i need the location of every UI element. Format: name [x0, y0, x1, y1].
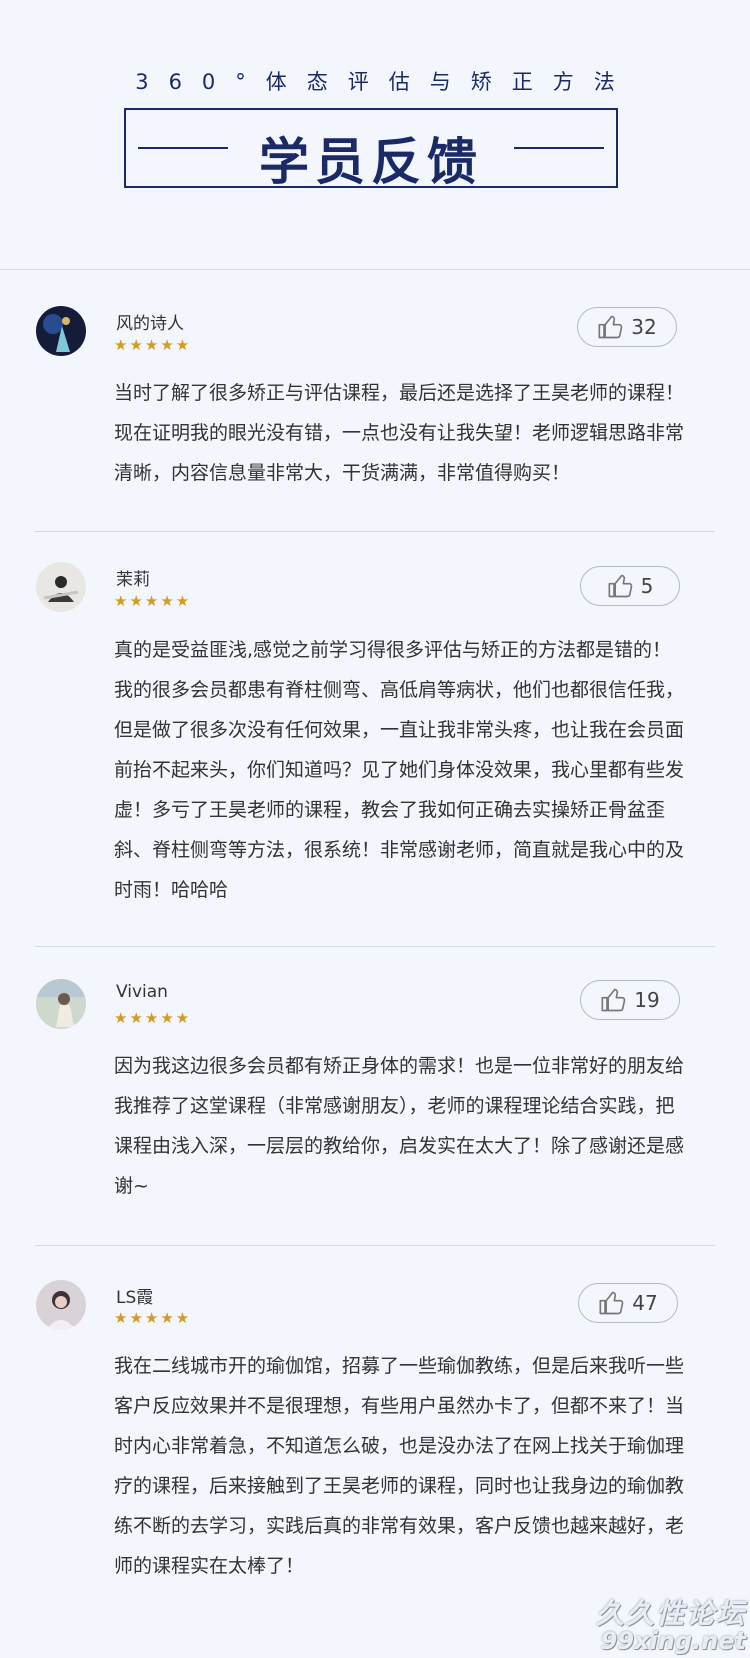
- thumbs-up-icon: [598, 315, 623, 339]
- like-button[interactable]: 47: [578, 1283, 678, 1323]
- review-divider: [35, 1245, 715, 1246]
- rating-stars: ★★★★★: [114, 592, 192, 610]
- review-text: 我在二线城市开的瑜伽馆，招募了一些瑜伽教练，但是后来我听一些客户反应效果并不是很…: [114, 1355, 685, 1577]
- rating-stars: ★★★★★: [114, 336, 192, 354]
- avatar: [36, 562, 86, 612]
- title-rule-right: [514, 147, 604, 149]
- page-subtitle: 360°体态评估与矫正方法: [135, 70, 635, 94]
- avatar: [36, 979, 86, 1029]
- like-count: 47: [632, 1291, 658, 1315]
- avatar: [36, 306, 86, 356]
- like-count: 5: [640, 574, 654, 598]
- like-button[interactable]: 19: [580, 980, 680, 1020]
- review-text: 真的是受益匪浅,感觉之前学习得很多评估与矫正的方法都是错的！我的很多会员都患有脊…: [114, 639, 685, 901]
- thumbs-up-icon: [608, 574, 632, 598]
- watermark-line-1: 久久性论坛: [595, 1597, 746, 1631]
- thumbs-up-icon: [599, 1291, 624, 1315]
- title-frame: 学员反馈: [124, 108, 618, 191]
- like-button[interactable]: 5: [580, 566, 680, 606]
- like-button[interactable]: 32: [577, 307, 677, 347]
- reviewer-name: 茉莉: [116, 570, 150, 590]
- review-text: 当时了解了很多矫正与评估课程，最后还是选择了王昊老师的课程！现在证明我的眼光没有…: [114, 382, 685, 484]
- review-divider: [35, 531, 715, 532]
- reviewer-name: 风的诗人: [116, 314, 184, 334]
- page-title: 学员反馈: [259, 133, 483, 191]
- rating-stars: ★★★★★: [114, 1309, 192, 1327]
- header-divider: [0, 269, 750, 270]
- page-header: 360°体态评估与矫正方法 学员反馈: [0, 0, 750, 270]
- like-count: 19: [634, 988, 660, 1012]
- reviewer-name: LS霞: [116, 1288, 154, 1308]
- thumbs-up-icon: [601, 988, 626, 1012]
- site-watermark: 久久性论坛 99xing.net: [596, 1599, 746, 1654]
- watermark-line-2: 99xing.net: [600, 1626, 746, 1655]
- review-text: 因为我这边很多会员都有矫正身体的需求！也是一位非常好的朋友给我推荐了这堂课程（非…: [114, 1055, 685, 1197]
- reviewer-name: Vivian: [116, 982, 168, 1002]
- rating-stars: ★★★★★: [114, 1009, 192, 1027]
- like-count: 32: [631, 315, 657, 339]
- review-divider: [35, 946, 715, 947]
- avatar: [36, 1280, 86, 1330]
